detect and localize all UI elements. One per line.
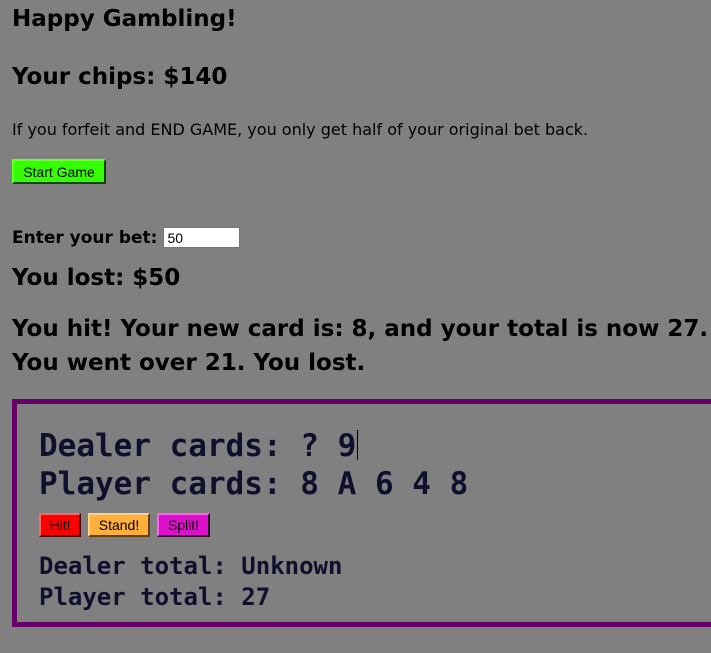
result-message: You lost: $50 xyxy=(12,265,181,291)
forfeit-note: If you forfeit and END GAME, you only ge… xyxy=(12,120,589,139)
split-button[interactable]: Split! xyxy=(157,513,210,537)
player-total: Player total: 27 xyxy=(39,583,271,611)
hit-message-line-2: You went over 21. You lost. xyxy=(12,350,366,376)
hit-button[interactable]: Hit! xyxy=(39,513,81,537)
bet-label: Enter your bet: xyxy=(12,227,158,248)
chips-balance: Your chips: $140 xyxy=(12,64,228,90)
dealer-total: Dealer total: Unknown xyxy=(39,552,343,580)
game-board: Dealer cards: ? 9 Player cards: 8 A 6 4 … xyxy=(12,399,711,627)
hit-message: You hit! Your new card is: 8, and your t… xyxy=(12,312,708,380)
player-cards: Player cards: 8 A 6 4 8 xyxy=(39,466,469,502)
hit-message-line-1: You hit! Your new card is: 8, and your t… xyxy=(12,316,709,342)
dealer-cards-text: Dealer cards: ? 9 xyxy=(39,428,357,464)
text-caret xyxy=(357,430,359,460)
bet-row: Enter your bet: xyxy=(12,227,241,248)
dealer-cards-row: Dealer cards: ? 9 xyxy=(39,428,359,464)
stand-button[interactable]: Stand! xyxy=(88,513,150,537)
start-game-button[interactable]: Start Game xyxy=(12,159,106,184)
page: Happy Gambling! Your chips: $140 If you … xyxy=(0,0,711,653)
bet-input[interactable] xyxy=(163,227,241,248)
page-title: Happy Gambling! xyxy=(12,6,237,32)
